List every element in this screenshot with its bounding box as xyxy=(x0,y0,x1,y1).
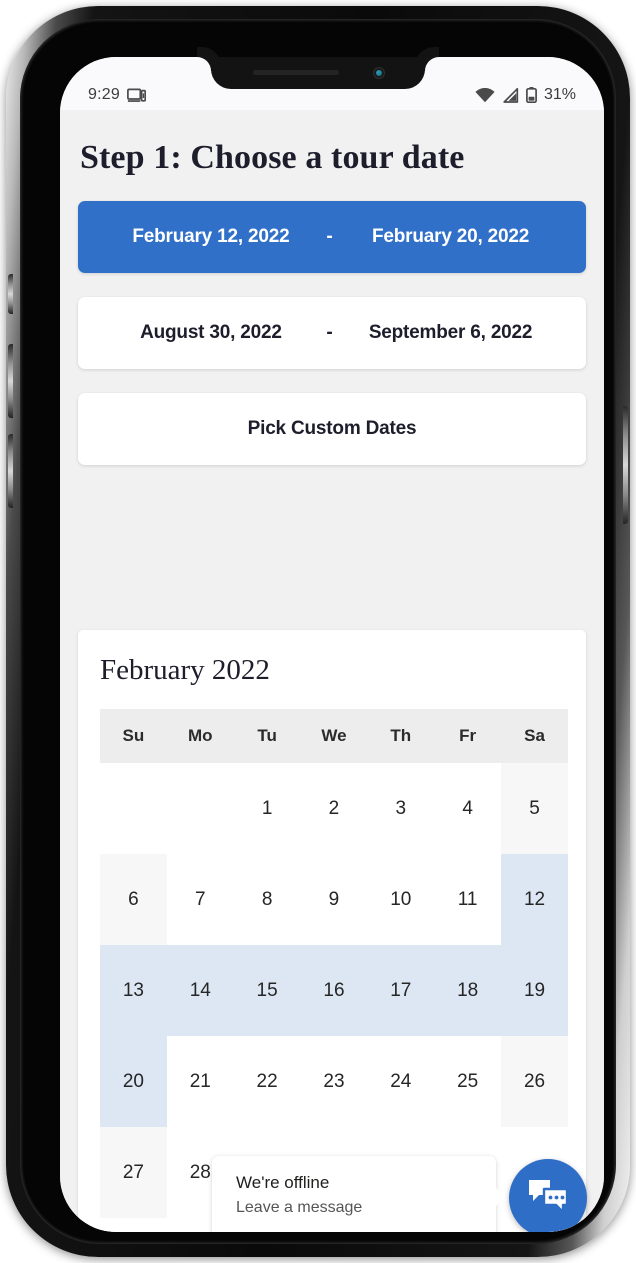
page-title: Step 1: Choose a tour date xyxy=(80,139,465,176)
calendar-week-row: 6 7 8 9 10 11 12 xyxy=(100,854,568,945)
calendar-weekday-header-row: Su Mo Tu We Th Fr Sa xyxy=(100,709,568,763)
calendar-day-27[interactable]: 27 xyxy=(100,1127,167,1218)
calendar-day-17[interactable]: 17 xyxy=(367,945,435,1036)
signal-icon xyxy=(502,87,519,103)
preset-range-1-from: February 12, 2022 xyxy=(132,226,290,247)
calendar-day-12[interactable]: 12 xyxy=(501,854,568,945)
battery-icon xyxy=(526,87,537,103)
calendar-day-24[interactable]: 24 xyxy=(367,1036,435,1127)
calendar-day-5[interactable]: 5 xyxy=(501,763,568,854)
calendar-day-8[interactable]: 8 xyxy=(233,854,301,945)
calendar-weekday-th: Th xyxy=(367,709,435,763)
calendar-week-row: 20 21 22 23 24 25 26 xyxy=(100,1036,568,1127)
wifi-icon xyxy=(475,87,495,103)
phone-screen: 9:29 31% Step 1: Choose a tour date Febr… xyxy=(60,57,604,1232)
chat-launcher-button[interactable] xyxy=(509,1159,587,1232)
preset-range-option-2[interactable]: August 30, 2022 - September 6, 2022 xyxy=(78,297,586,369)
page-content: Step 1: Choose a tour date February 12, … xyxy=(60,110,604,1232)
phone-frame: 9:29 31% Step 1: Choose a tour date Febr… xyxy=(6,6,630,1257)
preset-range-1-separator: - xyxy=(326,226,333,247)
calendar-day-empty xyxy=(100,763,167,854)
volume-down-button[interactable] xyxy=(8,434,13,508)
pick-custom-dates-button[interactable]: Pick Custom Dates xyxy=(78,393,586,465)
calendar-day-22[interactable]: 22 xyxy=(233,1036,301,1127)
chat-offline-subtitle: Leave a message xyxy=(236,1199,363,1216)
front-camera-icon xyxy=(373,67,385,79)
calendar-day-6[interactable]: 6 xyxy=(100,854,167,945)
calendar-day-23[interactable]: 23 xyxy=(300,1036,368,1127)
status-bar-left: 9:29 xyxy=(88,86,146,104)
chat-widget: We're offline Leave a message xyxy=(212,1156,587,1232)
calendar-day-9[interactable]: 9 xyxy=(300,854,368,945)
calendar-day-1[interactable]: 1 xyxy=(233,763,301,854)
calendar-day-14[interactable]: 14 xyxy=(166,945,234,1036)
calendar-weekday-su: Su xyxy=(100,709,167,763)
status-bar-right: 31% xyxy=(475,86,576,104)
calendar-weekday-we: We xyxy=(300,709,368,763)
calendar-day-3[interactable]: 3 xyxy=(367,763,435,854)
calendar-day-7[interactable]: 7 xyxy=(166,854,234,945)
preset-range-2-separator: - xyxy=(326,322,333,343)
chat-offline-message-bubble[interactable]: We're offline Leave a message xyxy=(212,1156,505,1232)
calendar-day-15[interactable]: 15 xyxy=(233,945,301,1036)
calendar-day-10[interactable]: 10 xyxy=(367,854,435,945)
calendar-day-19[interactable]: 19 xyxy=(501,945,568,1036)
preset-range-2-to: September 6, 2022 xyxy=(368,322,533,343)
silent-switch[interactable] xyxy=(8,274,13,314)
calendar-weekday-mo: Mo xyxy=(166,709,234,763)
chat-offline-title: We're offline xyxy=(236,1173,330,1192)
calendar-day-11[interactable]: 11 xyxy=(434,854,502,945)
calendar-day-16[interactable]: 16 xyxy=(300,945,368,1036)
preset-range-1-to: February 20, 2022 xyxy=(371,226,530,247)
calendar-month-label: February 2022 xyxy=(100,654,270,686)
preset-range-option-1[interactable]: February 12, 2022 - February 20, 2022 xyxy=(78,201,586,273)
date-options-list: February 12, 2022 - February 20, 2022 Au… xyxy=(60,177,604,465)
phone-notch xyxy=(211,57,425,89)
volume-up-button[interactable] xyxy=(8,344,13,418)
calendar-day-20[interactable]: 20 xyxy=(100,1036,167,1127)
calendar-day-empty xyxy=(166,763,234,854)
device-cast-icon xyxy=(127,88,146,103)
battery-percentage: 31% xyxy=(543,86,576,103)
calendar-card: February 2022 Su Mo Tu We Th Fr Sa 1 2 3 4 5 6 7 8 9 10… xyxy=(78,630,586,1232)
calendar-day-4[interactable]: 4 xyxy=(434,763,502,854)
calendar-table: Su Mo Tu We Th Fr Sa 1 2 3 4 5 6 7 8 9 10 11 12 13 14 15 16 17… xyxy=(100,709,568,1218)
calendar-day-25[interactable]: 25 xyxy=(434,1036,502,1127)
calendar-weekday-fr: Fr xyxy=(434,709,502,763)
chat-bubbles-icon xyxy=(527,1178,569,1219)
calendar-day-18[interactable]: 18 xyxy=(434,945,502,1036)
phone-bezel: 9:29 31% Step 1: Choose a tour date Febr… xyxy=(20,19,616,1244)
status-clock: 9:29 xyxy=(88,86,120,103)
power-button[interactable] xyxy=(623,406,628,524)
calendar-weekday-sa: Sa xyxy=(501,709,568,763)
calendar-week-row: 13 14 15 16 17 18 19 xyxy=(100,945,568,1036)
calendar-day-26[interactable]: 26 xyxy=(501,1036,568,1127)
preset-range-2-from: August 30, 2022 xyxy=(140,322,282,343)
calendar-day-21[interactable]: 21 xyxy=(166,1036,234,1127)
calendar-weekday-tu: Tu xyxy=(233,709,301,763)
pick-custom-dates-label: Pick Custom Dates xyxy=(247,418,417,439)
calendar-week-row: 12345 xyxy=(100,763,568,854)
calendar-body: 1 2 3 4 5 6 7 8 9 10 11 12 13 14 15 16 17 18 19 20 21 22 23 24 2… xyxy=(100,763,568,1218)
calendar-day-2[interactable]: 2 xyxy=(300,763,368,854)
calendar-day-13[interactable]: 13 xyxy=(100,945,167,1036)
earpiece-speaker xyxy=(253,70,339,75)
